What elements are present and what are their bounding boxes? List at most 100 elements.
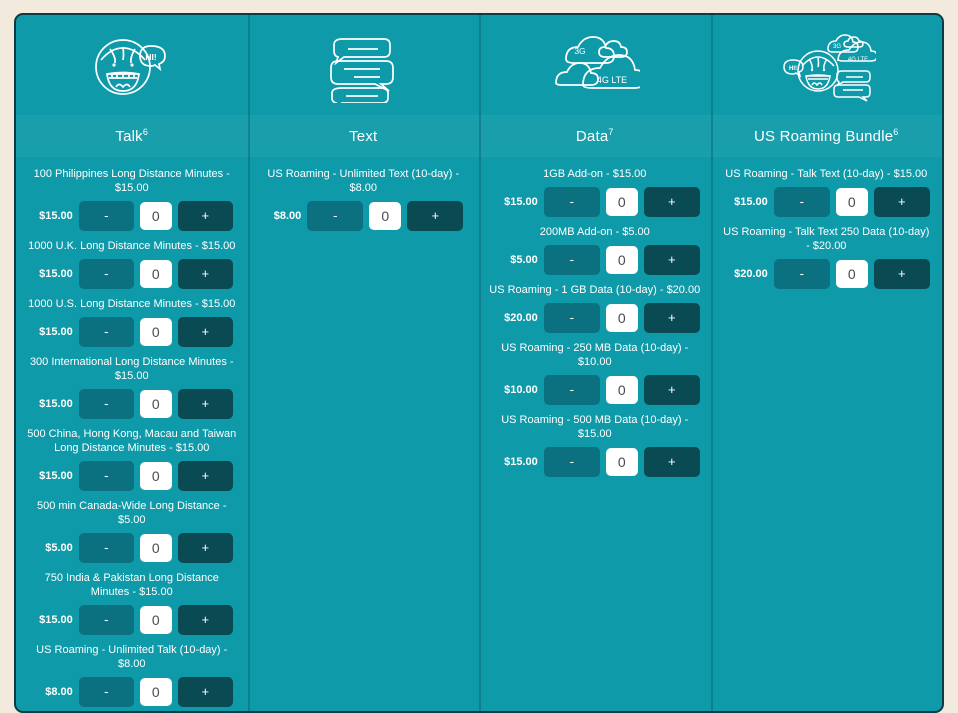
quantity-input[interactable] bbox=[139, 534, 172, 562]
decrement-button[interactable]: - bbox=[78, 461, 134, 491]
increment-button[interactable]: + bbox=[177, 317, 233, 347]
increment-button[interactable]: + bbox=[177, 605, 233, 635]
addon-label: 500 China, Hong Kong, Macau and Taiwan L… bbox=[27, 428, 237, 454]
addon-price: $20.00 bbox=[504, 312, 538, 324]
addon-label: 300 International Long Distance Minutes … bbox=[29, 356, 234, 382]
decrement-button[interactable]: - bbox=[78, 533, 134, 563]
increment-button[interactable]: + bbox=[177, 461, 233, 491]
increment-button[interactable]: + bbox=[873, 259, 930, 289]
addon-price: $15.00 bbox=[39, 614, 73, 626]
column-title-superscript: 6 bbox=[893, 127, 899, 138]
svg-text:3G: 3G bbox=[574, 46, 585, 56]
quantity-input[interactable] bbox=[605, 304, 638, 332]
addon-stepper: $15.00 - + bbox=[485, 447, 705, 477]
increment-button[interactable]: + bbox=[177, 677, 233, 707]
quantity-input[interactable] bbox=[369, 202, 402, 230]
decrement-button[interactable]: - bbox=[543, 447, 600, 477]
decrement-button[interactable]: - bbox=[78, 389, 134, 419]
column-title-talk: Talk6 bbox=[115, 127, 148, 145]
addon-stepper: $15.00 - + bbox=[22, 461, 242, 491]
addon-price: $20.00 bbox=[734, 268, 768, 280]
column-title-band-text: Text bbox=[247, 115, 479, 157]
addon-stepper: $5.00 - + bbox=[485, 245, 705, 275]
page-root: HI! Talk6 100 Philippines Long Distance … bbox=[0, 0, 958, 713]
decrement-button[interactable]: - bbox=[773, 259, 830, 289]
addon-price: $8.00 bbox=[273, 210, 302, 222]
decrement-button[interactable]: - bbox=[543, 245, 600, 275]
addon-item: US Roaming - Talk Text (10-day) - $15.00… bbox=[717, 167, 937, 217]
increment-button[interactable]: + bbox=[643, 187, 700, 217]
addon-price: $15.00 bbox=[734, 196, 768, 208]
column-title-text: Talk bbox=[115, 127, 143, 145]
addon-item: US Roaming - Talk Text 250 Data (10-day)… bbox=[717, 225, 937, 289]
increment-button[interactable]: + bbox=[177, 259, 233, 289]
addon-item: US Roaming - Unlimited Talk (10-day) - $… bbox=[22, 643, 242, 707]
increment-button[interactable]: + bbox=[177, 389, 233, 419]
svg-text:3G: 3G bbox=[833, 44, 841, 50]
decrement-button[interactable]: - bbox=[543, 375, 600, 405]
increment-button[interactable]: + bbox=[643, 375, 700, 405]
decrement-button[interactable]: - bbox=[78, 201, 134, 231]
addon-item: US Roaming - 500 MB Data (10-day) - $15.… bbox=[485, 413, 705, 477]
quantity-input[interactable] bbox=[605, 246, 638, 274]
addon-columns: HI! Talk6 100 Philippines Long Distance … bbox=[16, 15, 942, 711]
addon-price: $5.00 bbox=[510, 254, 538, 266]
increment-button[interactable]: + bbox=[177, 533, 233, 563]
svg-text:4G LTE: 4G LTE bbox=[848, 57, 868, 63]
addon-label: 100 Philippines Long Distance Minutes - … bbox=[33, 168, 230, 194]
svg-text:HI!: HI! bbox=[145, 52, 157, 62]
addon-stepper: $15.00 - + bbox=[22, 317, 242, 347]
addon-price: $5.00 bbox=[45, 542, 73, 554]
increment-button[interactable]: + bbox=[643, 447, 700, 477]
decrement-button[interactable]: - bbox=[78, 605, 134, 635]
roaming-bundle-icon: HI! 3G 4G LTE bbox=[717, 15, 937, 115]
quantity-input[interactable] bbox=[605, 448, 638, 476]
addon-price: $15.00 bbox=[39, 326, 73, 338]
decrement-button[interactable]: - bbox=[543, 187, 600, 217]
quantity-input[interactable] bbox=[139, 202, 172, 230]
addon-stepper: $15.00 - + bbox=[717, 187, 937, 217]
addon-stepper: $15.00 - + bbox=[22, 389, 242, 419]
decrement-button[interactable]: - bbox=[773, 187, 830, 217]
quantity-input[interactable] bbox=[139, 260, 172, 288]
addon-column-talk: HI! Talk6 100 Philippines Long Distance … bbox=[16, 15, 248, 711]
increment-button[interactable]: + bbox=[643, 303, 700, 333]
addon-label: US Roaming - Unlimited Talk (10-day) - $… bbox=[36, 644, 228, 670]
decrement-button[interactable]: - bbox=[78, 317, 134, 347]
quantity-input[interactable] bbox=[835, 188, 868, 216]
addon-label: US Roaming - Unlimited Text (10-day) - $… bbox=[267, 168, 460, 194]
quantity-input[interactable] bbox=[139, 606, 172, 634]
addon-stepper: $8.00 - + bbox=[22, 677, 242, 707]
addon-item: 750 India & Pakistan Long Distance Minut… bbox=[22, 571, 242, 635]
addon-label: 1000 U.S. Long Distance Minutes - $15.00 bbox=[28, 298, 236, 310]
svg-text:4G LTE: 4G LTE bbox=[597, 75, 627, 85]
increment-button[interactable]: + bbox=[407, 201, 464, 231]
increment-button[interactable]: + bbox=[177, 201, 233, 231]
addon-item: 500 China, Hong Kong, Macau and Taiwan L… bbox=[22, 427, 242, 491]
decrement-button[interactable]: - bbox=[307, 201, 364, 231]
addon-stepper: $8.00 - + bbox=[254, 201, 474, 231]
column-title-text-col: Text bbox=[349, 128, 377, 145]
quantity-input[interactable] bbox=[605, 188, 638, 216]
quantity-input[interactable] bbox=[605, 376, 638, 404]
column-title-bundle: US Roaming Bundle6 bbox=[753, 127, 899, 145]
quantity-input[interactable] bbox=[835, 260, 868, 288]
column-title-band-data: Data7 bbox=[479, 115, 711, 157]
increment-button[interactable]: + bbox=[873, 187, 930, 217]
talking-face-icon: HI! bbox=[22, 15, 242, 115]
addon-list-data: 1GB Add-on - $15.00 $15.00 - + 200MB Add… bbox=[485, 157, 705, 477]
increment-button[interactable]: + bbox=[643, 245, 700, 275]
addon-stepper: $5.00 - + bbox=[22, 533, 242, 563]
addon-item: 1000 U.S. Long Distance Minutes - $15.00… bbox=[22, 297, 242, 347]
quantity-input[interactable] bbox=[139, 678, 172, 706]
quantity-input[interactable] bbox=[139, 318, 172, 346]
decrement-button[interactable]: - bbox=[78, 259, 134, 289]
quantity-input[interactable] bbox=[139, 390, 172, 418]
quantity-input[interactable] bbox=[139, 462, 172, 490]
decrement-button[interactable]: - bbox=[78, 677, 134, 707]
addon-price: $15.00 bbox=[504, 456, 538, 468]
addon-price: $10.00 bbox=[504, 384, 538, 396]
addon-label: US Roaming - 1 GB Data (10-day) - $20.00 bbox=[489, 284, 701, 296]
column-title-text: US Roaming Bundle bbox=[753, 127, 894, 145]
decrement-button[interactable]: - bbox=[543, 303, 600, 333]
